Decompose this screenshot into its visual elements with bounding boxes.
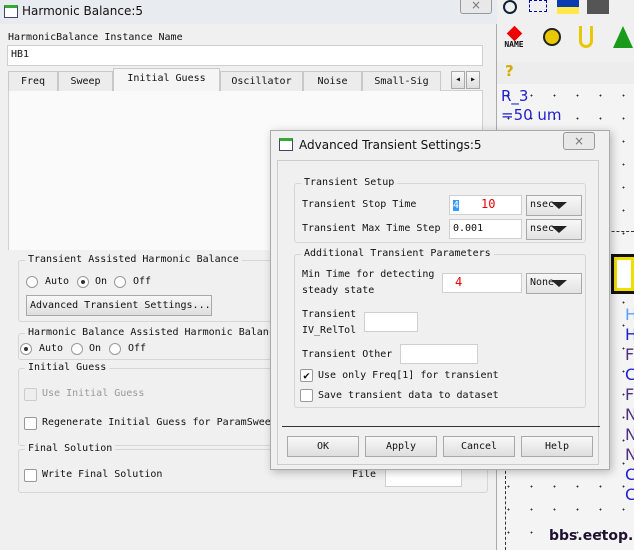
instance-name-label: HarmonicBalance Instance Name — [8, 32, 183, 43]
tab-noise[interactable]: Noise — [303, 71, 362, 91]
tab-scroll-right-button[interactable]: ▸ — [466, 71, 480, 89]
hbah-legend: Harmonic Balance Assisted Harmonic Balan… — [25, 326, 284, 340]
hbah-auto-label: Auto — [39, 343, 64, 354]
ok-button[interactable]: OK — [287, 436, 359, 457]
app-icon — [4, 5, 18, 18]
write-final-solution-checkbox[interactable] — [24, 469, 37, 482]
hbah-auto-radio[interactable] — [20, 343, 32, 355]
dropdown-arrow-icon — [551, 280, 567, 287]
watermark: bbs.eetop.cn — [549, 528, 634, 544]
tah-off-radio[interactable] — [114, 276, 126, 288]
canvas-label: R_3 — [501, 87, 529, 105]
write-final-solution-label: Write Final Solution — [42, 469, 163, 480]
divider — [282, 426, 600, 427]
tab-scroll-left-button[interactable]: ◂ — [451, 71, 465, 89]
additional-params-legend: Additional Transient Parameters — [301, 247, 494, 261]
regenerate-label: Regenerate Initial Guess for ParamSweep — [42, 417, 277, 428]
save-data-checkbox[interactable] — [300, 389, 313, 402]
advanced-transient-settings-dialog: Advanced Transient Settings:5 × Transien… — [270, 130, 610, 470]
transient-setup-legend: Transient Setup — [301, 176, 398, 190]
schematic-toolbar: NAME — [497, 0, 634, 62]
regenerate-checkbox[interactable] — [24, 417, 37, 430]
simulate-icon[interactable] — [613, 26, 633, 48]
min-time-label-2: steady state — [302, 285, 375, 296]
tab-oscillator[interactable]: Oscillator — [220, 71, 303, 91]
tab-small-sig[interactable]: Small-Sig — [362, 71, 441, 91]
hb-component-icon[interactable] — [611, 254, 634, 294]
use-freq1-label: Use only Freq[1] for transient — [318, 370, 499, 381]
tah-on-radio[interactable] — [77, 276, 89, 288]
component-gear-icon[interactable] — [543, 28, 561, 46]
dropdown-arrow-icon — [551, 202, 567, 209]
max-step-label: Transient Max Time Step — [302, 223, 441, 234]
window-title: Harmonic Balance:5 — [22, 4, 144, 18]
tab-sweep[interactable]: Sweep — [58, 71, 113, 91]
tab-freq[interactable]: Freq — [8, 71, 58, 91]
push-down-icon[interactable] — [557, 0, 579, 14]
file-input[interactable] — [385, 467, 462, 487]
hbah-on-label: On — [89, 343, 102, 354]
tuning-fork-icon[interactable] — [579, 26, 593, 48]
close-button[interactable]: × — [460, 0, 492, 14]
min-time-input[interactable]: 4 — [442, 273, 522, 293]
dropdown-arrow-icon — [551, 226, 567, 233]
final-solution-legend: Final Solution — [25, 442, 116, 456]
tah-auto-radio[interactable] — [26, 276, 38, 288]
file-label: File — [352, 469, 377, 480]
tab-initial-guess[interactable]: Initial Guess — [113, 68, 220, 91]
tah-on-label: On — [95, 276, 108, 287]
reltol-label-2: IV_RelTol — [302, 325, 357, 336]
max-step-unit-dropdown[interactable]: nsec — [526, 219, 582, 240]
hbah-off-radio[interactable] — [109, 343, 121, 355]
max-step-input[interactable]: 0.001 — [449, 219, 522, 239]
cancel-button[interactable]: Cancel — [443, 436, 515, 457]
min-time-unit-dropdown[interactable]: None — [526, 273, 582, 294]
min-time-label: Min Time for detecting — [302, 269, 435, 280]
hbah-off-label: Off — [128, 343, 147, 354]
dialog-title: Advanced Transient Settings:5 — [299, 138, 482, 152]
dialog-close-button[interactable]: × — [563, 132, 595, 150]
pop-up-icon[interactable] — [587, 0, 609, 14]
save-data-label: Save transient data to dataset — [318, 390, 499, 401]
dialog-app-icon — [279, 138, 293, 151]
select-box-icon[interactable] — [529, 0, 547, 12]
help-button[interactable]: Help — [521, 436, 593, 457]
reltol-input[interactable] — [364, 312, 418, 332]
use-freq1-checkbox[interactable]: ✔ — [300, 369, 313, 382]
initial-guess-legend: Initial Guess — [25, 361, 110, 375]
stop-time-input[interactable]: 4 10 — [449, 195, 522, 215]
use-initial-guess-label: Use Initial Guess — [42, 388, 145, 399]
component-params: HHFCFNNNCC — [625, 305, 634, 504]
advanced-transient-settings-button[interactable]: Advanced Transient Settings... — [26, 295, 212, 316]
help-icon[interactable]: ? — [505, 62, 514, 80]
use-initial-guess-checkbox[interactable] — [24, 388, 37, 401]
reltol-label: Transient — [302, 309, 357, 320]
apply-button[interactable]: Apply — [365, 436, 437, 457]
tah-legend: Transient Assisted Harmonic Balance — [25, 253, 242, 267]
other-label: Transient Other — [302, 349, 393, 360]
zoom-icon[interactable] — [503, 0, 517, 14]
tah-auto-label: Auto — [45, 276, 70, 287]
stop-time-label: Transient Stop Time — [302, 199, 417, 210]
instance-name-input[interactable]: HB1 — [7, 45, 483, 66]
canvas-label: =50 um — [501, 106, 562, 124]
name-button[interactable]: NAME — [499, 25, 529, 54]
stop-time-unit-dropdown[interactable]: nsec — [526, 195, 582, 216]
hbah-on-radio[interactable] — [71, 343, 83, 355]
other-input[interactable] — [400, 344, 478, 364]
tah-off-label: Off — [133, 276, 152, 287]
